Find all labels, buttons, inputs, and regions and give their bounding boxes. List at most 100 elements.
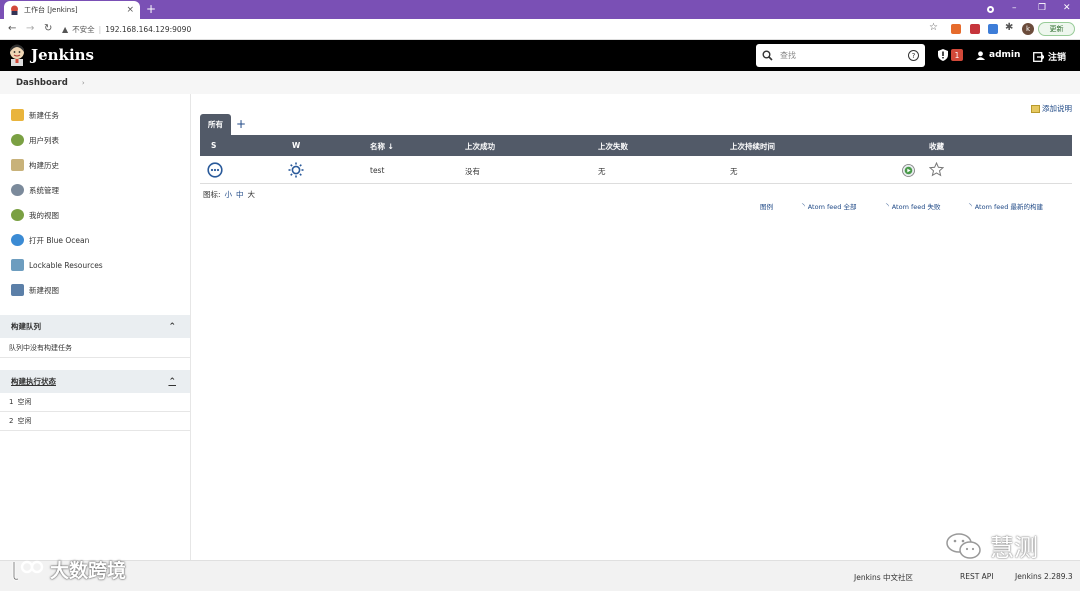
browser-tab-bar: 工作台 [Jenkins] × + – ❐ ✕: [0, 0, 1080, 19]
executors-title[interactable]: 构建执行状态: [11, 376, 56, 387]
col-status[interactable]: S: [211, 141, 216, 150]
app-name[interactable]: Jenkins: [31, 46, 94, 64]
tab-title: 工作台 [Jenkins]: [24, 6, 78, 14]
build-queue-title: 构建队列: [11, 322, 41, 331]
url-field[interactable]: ▲ 不安全 | 192.168.164.129:9090: [62, 22, 944, 37]
favorite-star-icon[interactable]: [929, 162, 944, 177]
blue-ocean-icon: [11, 234, 24, 246]
legend-label: 图例: [760, 203, 773, 211]
user-icon: [976, 50, 985, 60]
search-input[interactable]: 查找: [780, 50, 901, 61]
job-name-link[interactable]: test: [370, 166, 384, 175]
col-last-duration[interactable]: 上次持续时间: [730, 141, 775, 152]
chevron-up-icon[interactable]: ⌃: [168, 377, 176, 387]
sidebar-item-new-job[interactable]: 新建任务: [11, 108, 59, 122]
feed-latest-label: Atom feed 最新的构建: [974, 203, 1043, 211]
jobs-table-header: S W 名称 ↓ 上次成功 上次失败 上次持续时间 收藏: [200, 135, 1072, 156]
col-name[interactable]: 名称 ↓: [370, 141, 394, 152]
chevron-up-icon[interactable]: ⌃: [168, 322, 176, 332]
security-badge[interactable]: 1: [951, 49, 963, 61]
sidebar-item-new-view[interactable]: 新建视图: [11, 283, 59, 297]
sidebar-item-my-views[interactable]: 我的视图: [11, 208, 59, 222]
sidebar-item-users[interactable]: 用户列表: [11, 133, 59, 147]
search-icon: [762, 50, 773, 61]
help-icon[interactable]: ?: [908, 50, 919, 61]
feed-failed-link[interactable]: ◝ Atom feed 失败: [886, 201, 940, 211]
security-label: 不安全: [72, 25, 95, 34]
build-queue-header[interactable]: 构建队列 ⌃: [0, 315, 190, 338]
sidebar-item-label: Lockable Resources: [29, 260, 103, 270]
icon-size-small[interactable]: 小: [225, 189, 233, 200]
shield-icon[interactable]: [938, 49, 948, 61]
forward-icon[interactable]: →: [26, 23, 34, 35]
breadcrumb: Dashboard ›: [0, 71, 1080, 94]
page-footer: Jenkins 中文社区 REST API Jenkins 2.289.3: [0, 560, 1080, 591]
sidebar-item-blue-ocean[interactable]: 打开 Blue Ocean: [11, 233, 89, 247]
community-link[interactable]: Jenkins 中文社区: [854, 572, 913, 583]
logout-button[interactable]: 注销: [1033, 50, 1066, 63]
breadcrumb-chevron-icon[interactable]: ›: [82, 79, 85, 87]
icon-size-medium[interactable]: 中: [236, 189, 244, 200]
reload-icon[interactable]: ↻: [44, 23, 52, 35]
folder-icon: [11, 284, 24, 296]
extension-2-icon[interactable]: [970, 24, 980, 34]
extension-1-icon[interactable]: [951, 24, 961, 34]
status-not-built-icon: [207, 162, 223, 178]
back-icon[interactable]: ←: [8, 23, 16, 35]
col-last-success[interactable]: 上次成功: [465, 141, 495, 152]
last-success-value: 没有: [465, 167, 480, 176]
wechat-icon: [946, 532, 981, 559]
sidebar-item-manage[interactable]: 系统管理: [11, 183, 59, 197]
build-queue-empty: 队列中没有构建任务: [0, 338, 190, 358]
executor-status: 空闲: [17, 417, 32, 425]
build-queue-empty-text: 队列中没有构建任务: [9, 343, 72, 352]
tab-close-icon[interactable]: ×: [126, 5, 134, 15]
feed-failed-label: Atom feed 失败: [891, 203, 941, 211]
sidebar-item-lockable-resources[interactable]: Lockable Resources: [11, 258, 103, 272]
minimize-icon[interactable]: –: [1012, 2, 1017, 14]
edit-note-icon: [1031, 104, 1040, 113]
sidebar-item-label: 用户列表: [29, 135, 59, 145]
col-weather[interactable]: W: [292, 141, 300, 150]
col-favorite[interactable]: 收藏: [929, 141, 944, 152]
last-duration-value: 无: [730, 167, 738, 176]
add-description-link[interactable]: 添加说明: [1031, 103, 1072, 114]
icon-size-large[interactable]: 大: [248, 189, 256, 200]
breadcrumb-dashboard[interactable]: Dashboard: [16, 78, 68, 88]
update-button[interactable]: 更新: [1038, 22, 1075, 36]
address-bar: ← → ↻ ▲ 不安全 | 192.168.164.129:9090 ☆ ✱ k…: [0, 19, 1080, 40]
rss-icon: ◝: [802, 202, 805, 210]
extensions-puzzle-icon[interactable]: ✱: [1005, 22, 1013, 34]
lock-resources-icon: [11, 259, 24, 271]
sidebar-item-build-history[interactable]: 构建历史: [11, 158, 59, 172]
schedule-build-icon[interactable]: [902, 164, 915, 177]
sidebar-item-label: 系统管理: [29, 185, 59, 195]
col-last-failure[interactable]: 上次失败: [598, 141, 628, 152]
new-tab-button[interactable]: +: [146, 1, 156, 17]
tab-all[interactable]: 所有: [200, 114, 231, 135]
rss-icon: ◝: [969, 202, 972, 210]
rest-api-link[interactable]: REST API: [960, 572, 994, 581]
profile-avatar[interactable]: k: [1022, 23, 1034, 35]
bookmark-star-icon[interactable]: ☆: [929, 22, 938, 34]
extension-3-icon[interactable]: [988, 24, 998, 34]
browser-tab[interactable]: 工作台 [Jenkins] ×: [4, 1, 140, 19]
sidebar-item-label: 我的视图: [29, 210, 59, 220]
legend-link[interactable]: 图例: [760, 201, 773, 211]
search-box[interactable]: 查找 ?: [756, 44, 925, 67]
jenkins-logo-icon[interactable]: [8, 44, 26, 66]
user-menu[interactable]: admin: [976, 50, 1020, 60]
window-close-icon[interactable]: ✕: [1063, 2, 1071, 14]
jenkins-header: Jenkins 查找 ? 1 admin 注销: [0, 40, 1080, 71]
sidebar-item-label: 新建视图: [29, 285, 59, 295]
watermark-logo-icon: [12, 560, 44, 581]
feed-latest-link[interactable]: ◝ Atom feed 最新的构建: [969, 201, 1043, 211]
url-text: 192.168.164.129:9090: [105, 25, 192, 34]
restore-icon[interactable]: ❐: [1038, 2, 1046, 14]
add-view-button[interactable]: +: [236, 117, 246, 131]
sidebar: 新建任务 用户列表 构建历史 系统管理 我的视图 打开 Blue Ocean L…: [0, 94, 191, 560]
executors-header[interactable]: 构建执行状态 ⌃: [0, 370, 190, 393]
profile-indicator-icon[interactable]: [986, 5, 995, 14]
version-link[interactable]: Jenkins 2.289.3: [1015, 572, 1073, 581]
feed-all-link[interactable]: ◝ Atom feed 全部: [802, 201, 856, 211]
